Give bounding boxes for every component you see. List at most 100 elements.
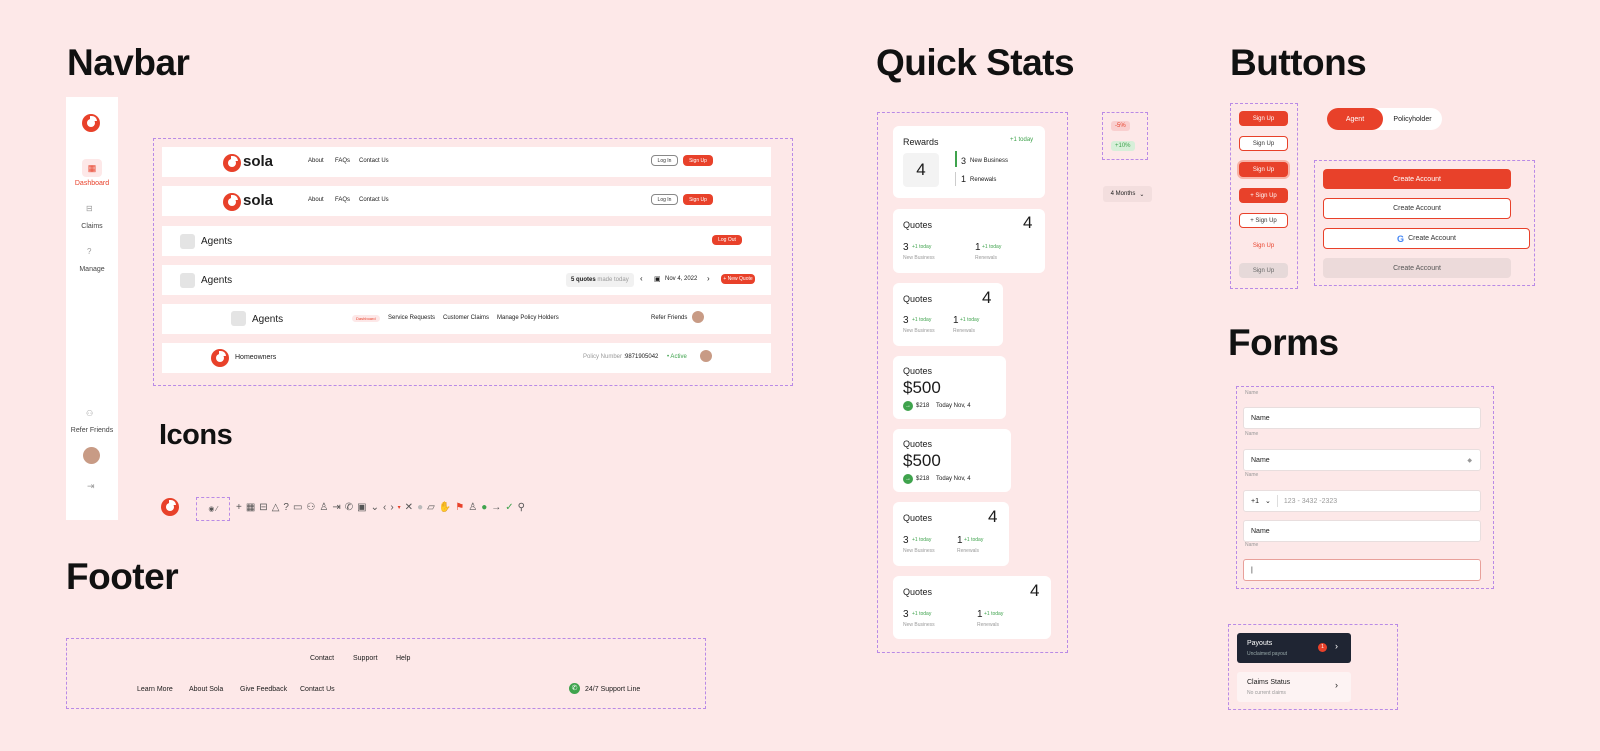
money-card: Quotes $500 → $218 Today Nov, 4 <box>893 356 1006 419</box>
sidebar-item-manage[interactable]: Manage <box>66 266 118 273</box>
nav-link-contact[interactable]: Contact Us <box>359 158 389 164</box>
phone-field[interactable]: +1 ⌄ 123 - 3432 -2323 <box>1243 490 1481 512</box>
payouts-card[interactable]: Payouts Unclaimed payout 1 › <box>1237 633 1351 663</box>
agent-avatar-placeholder <box>180 234 195 249</box>
period-value: 4 Months <box>1110 191 1136 197</box>
logout-icon[interactable]: ⇥ <box>87 481 95 492</box>
help-icon: ? <box>283 502 289 513</box>
footer-link-help[interactable]: Help <box>396 655 410 662</box>
sidebar-item-claims[interactable]: Claims <box>66 223 118 230</box>
toggle-agent[interactable]: Agent <box>1327 108 1383 130</box>
nav-link-faqs[interactable]: FAQs <box>335 158 350 164</box>
renewal-label: Renewals <box>977 622 999 628</box>
grid-icon: ▦ <box>82 159 102 177</box>
signup-button-outline[interactable]: Sign Up <box>1239 136 1288 151</box>
nav-link-dashboard[interactable]: Dashboard <box>352 315 380 322</box>
new-today: +1 today <box>912 537 932 543</box>
money-value: $500 <box>903 451 941 470</box>
avatar[interactable] <box>83 447 100 464</box>
nav-link-about[interactable]: About <box>308 197 324 203</box>
renewal-count: 1 <box>957 535 963 546</box>
signup-button-disabled[interactable]: Sign Up <box>1239 263 1288 278</box>
rewards-renewal-count: 1 <box>961 174 967 184</box>
chevron-right-icon[interactable]: › <box>707 274 710 283</box>
quotes-title: Quotes <box>903 294 933 304</box>
signup-button[interactable]: Sign Up <box>683 155 713 166</box>
signup-button-focused[interactable]: Sign Up <box>1239 162 1288 177</box>
create-account-google[interactable]: G Create Account <box>1323 228 1530 249</box>
country-code[interactable]: +1 <box>1251 498 1259 505</box>
create-account-disabled[interactable]: Create Account <box>1323 258 1511 278</box>
renewal-today: +1 today <box>982 244 1002 250</box>
arrow-circle-icon: → <box>903 474 913 484</box>
signup-button-text[interactable]: Sign Up <box>1239 238 1288 253</box>
section-title-buttons: Buttons <box>1230 42 1367 83</box>
create-account-variants: Create Account Create Account G Create A… <box>1314 160 1535 286</box>
new-label: New Business <box>903 548 935 554</box>
chevron-left-icon[interactable]: ‹ <box>640 274 643 283</box>
footer-link-feedback[interactable]: Give Feedback <box>240 686 287 693</box>
login-button[interactable]: Log In <box>651 155 678 166</box>
name-field-active[interactable]: | <box>1243 559 1481 581</box>
plus-icon: + <box>236 502 242 513</box>
brand-name: sola <box>243 192 274 209</box>
phone-placeholder: 123 - 3432 -2323 <box>1283 497 1338 505</box>
new-quote-button[interactable]: + New Quote <box>721 274 755 284</box>
sidebar-item-refer-friends[interactable]: Refer Friends <box>66 427 118 434</box>
signup-button-icon-outline[interactable]: + Sign Up <box>1239 213 1288 228</box>
nav-link-refer-friends[interactable]: Refer Friends <box>651 315 687 321</box>
money-date: Today Nov, 4 <box>936 403 971 409</box>
nav-link-faqs[interactable]: FAQs <box>335 197 350 203</box>
chevron-down-icon: ⌄ <box>1264 498 1271 505</box>
footer-link-about[interactable]: About Sola <box>189 686 223 693</box>
check-icon: ✓ <box>505 502 514 513</box>
chevron-left-icon: ‹ <box>382 502 387 513</box>
sidebar-item-dashboard[interactable]: Dashboard <box>66 180 118 187</box>
claims-title: Claims Status <box>1247 679 1291 686</box>
avatar[interactable] <box>700 350 712 362</box>
login-button[interactable]: Log In <box>651 194 678 205</box>
folder-icon: ▱ <box>427 502 435 513</box>
briefcase-icon: ⊟ <box>86 204 93 213</box>
renewal-today: +1 today <box>984 611 1004 617</box>
nav-link-contact[interactable]: Contact Us <box>359 197 389 203</box>
footer-link-contact-us[interactable]: Contact Us <box>300 686 335 693</box>
signup-button-icon[interactable]: + Sign Up <box>1239 188 1288 203</box>
sola-logo <box>223 154 241 172</box>
name-select-field[interactable]: Name ◆ <box>1243 449 1481 471</box>
icon-set: + ▦ ⊟ △ ? ▭ ⚇ ♙ ⇥ ✆ ▣ ⌄ ‹ › ▾ ✕ ● ▱ ✋ ⚑ … <box>236 502 525 513</box>
support-line[interactable]: 24/7 Support Line <box>585 686 640 693</box>
rewards-value: 4 <box>903 153 939 187</box>
nav-link-customer-claims[interactable]: Customer Claims <box>443 315 489 321</box>
name-field[interactable]: Name <box>1243 407 1481 429</box>
money-card: Quotes $500 → $218 Today Nov, 4 <box>893 429 1011 492</box>
logout-button[interactable]: Log Out <box>712 235 742 245</box>
toggle-policyholder[interactable]: Policyholder <box>1383 116 1442 123</box>
footer-link-support[interactable]: Support <box>353 655 378 662</box>
period-select[interactable]: 4 Months ⌄ <box>1103 186 1152 202</box>
hand-icon: ✋ <box>438 502 452 513</box>
nav-link-about[interactable]: About <box>308 158 324 164</box>
claims-status-card[interactable]: Claims Status No current claims › <box>1237 672 1351 702</box>
arrow-right-icon: → <box>491 502 502 513</box>
policy-number-label: Policy Number : <box>583 354 626 360</box>
agents-title: Agents <box>201 236 233 247</box>
homeowners-title: Homeowners <box>235 354 277 361</box>
nav-link-manage-policy-holders[interactable]: Manage Policy Holders <box>497 315 559 321</box>
name-field-plain[interactable]: Name <box>1243 520 1481 542</box>
avatar[interactable] <box>692 311 704 323</box>
nav-link-service-requests[interactable]: Service Requests <box>388 315 435 321</box>
signup-button-primary[interactable]: Sign Up <box>1239 111 1288 126</box>
footer-link-learn-more[interactable]: Learn More <box>137 686 173 693</box>
signup-button[interactable]: Sign Up <box>683 194 713 205</box>
create-account-outline[interactable]: Create Account <box>1323 198 1511 219</box>
money-small: $218 <box>916 476 930 482</box>
quotes-value: 4 <box>982 288 992 307</box>
payouts-badge: 1 <box>1318 643 1327 652</box>
section-title-forms: Forms <box>1228 322 1339 363</box>
info-icon: ● <box>417 502 424 513</box>
new-count: 3 <box>903 315 909 326</box>
navbar-agents-quotes: Agents 5 quotes made today ‹ ▣ Nov 4, 20… <box>162 265 771 295</box>
create-account-primary[interactable]: Create Account <box>1323 169 1511 189</box>
footer-link-contact[interactable]: Contact <box>310 655 334 662</box>
